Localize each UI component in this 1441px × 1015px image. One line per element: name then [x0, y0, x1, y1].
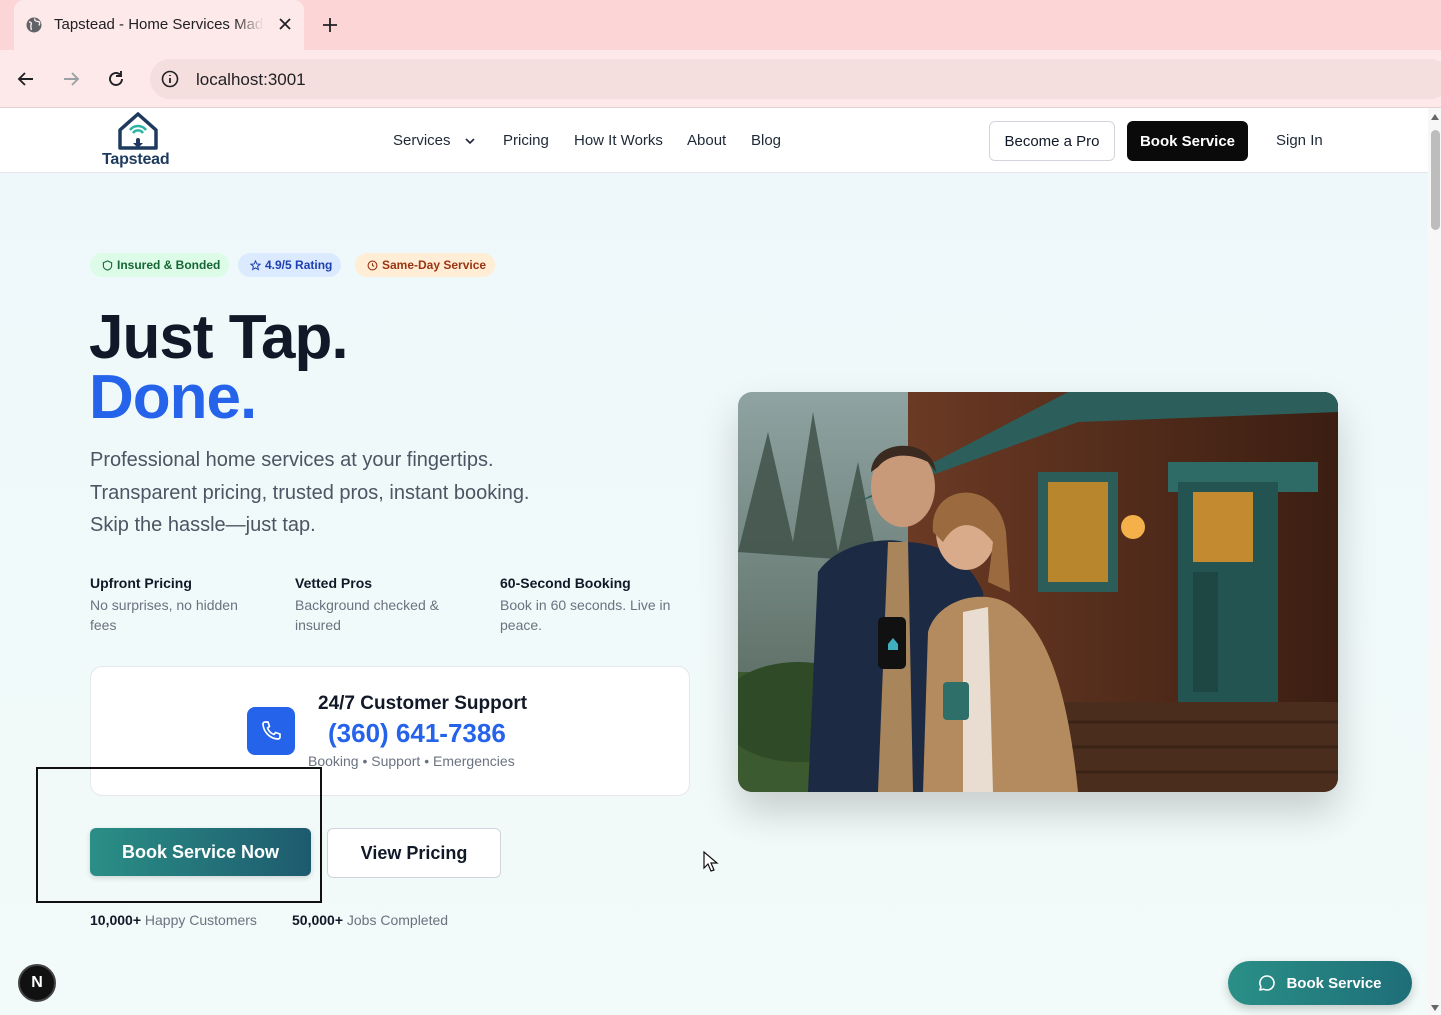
page-viewport: Tapstead Services Pricing How It Works A…: [0, 108, 1441, 1015]
hero-headline-line1: Just Tap.: [89, 303, 349, 372]
same-day-badge: Same-Day Service: [355, 253, 496, 277]
scroll-down-arrow-icon[interactable]: [1431, 1005, 1439, 1011]
forward-icon[interactable]: [60, 68, 82, 90]
rating-badge: 4.9/5 Rating: [238, 253, 342, 277]
feature-title: 60-Second Booking: [500, 575, 631, 591]
site-header: Tapstead Services Pricing How It Works A…: [0, 108, 1428, 173]
phone-icon: [262, 721, 281, 740]
nav-blog[interactable]: Blog: [751, 132, 781, 149]
become-pro-button[interactable]: Become a Pro: [989, 121, 1115, 161]
phone-icon-box: [247, 707, 295, 755]
stat-happy-customers: 10,000+ Happy Customers: [90, 912, 257, 928]
nav-how-it-works[interactable]: How It Works: [574, 132, 663, 149]
browser-tab[interactable]: Tapstead - Home Services Made Simple: [14, 0, 304, 50]
feature-desc: No surprises, no hidden fees: [90, 597, 238, 633]
back-icon[interactable]: [15, 68, 37, 90]
book-service-button[interactable]: Book Service: [1127, 121, 1248, 161]
hero-subtitle-line: Skip the hassle—just tap.: [90, 514, 316, 536]
star-icon: [250, 259, 261, 271]
site-info-icon[interactable]: [161, 70, 179, 88]
highlight-box: [36, 767, 322, 903]
sign-in-link[interactable]: Sign In: [1276, 132, 1323, 149]
page-scrollbar[interactable]: [1428, 108, 1441, 1015]
brand-name[interactable]: Tapstead: [102, 151, 170, 169]
close-tab-icon[interactable]: [276, 15, 294, 33]
rating-badge-label: 4.9/5 Rating: [265, 258, 333, 272]
tab-title: Tapstead - Home Services Made Simple: [54, 16, 264, 33]
shield-icon: [102, 259, 113, 271]
floating-book-service-label: Book Service: [1286, 974, 1382, 992]
insured-badge: Insured & Bonded: [90, 253, 230, 277]
stat-label: Jobs Completed: [346, 912, 449, 928]
nav-about[interactable]: About: [687, 132, 726, 149]
support-tags: Booking • Support • Emergencies: [308, 753, 515, 769]
url-text: localhost:3001: [196, 70, 306, 89]
dev-tools-badge[interactable]: N: [18, 964, 56, 1002]
support-title: 24/7 Customer Support: [318, 693, 528, 714]
couple-porch-photo: [738, 392, 1338, 792]
feature-title: Vetted Pros: [295, 575, 373, 591]
view-pricing-button[interactable]: View Pricing: [327, 828, 501, 878]
insured-badge-label: Insured & Bonded: [117, 258, 221, 272]
support-phone-link[interactable]: (360) 641-7386: [328, 718, 506, 749]
chevron-down-icon[interactable]: [464, 135, 476, 147]
nav-pricing[interactable]: Pricing: [503, 132, 549, 149]
feature-desc: Book in 60 seconds. Live in peace.: [500, 597, 671, 633]
chat-bubble-icon: [1259, 975, 1276, 991]
feature-desc: Background checked & insured: [295, 597, 439, 633]
globe-icon: [26, 17, 42, 33]
scrollbar-thumb[interactable]: [1431, 130, 1440, 230]
stat-value: 50,000+: [292, 912, 343, 928]
stat-jobs-completed: 50,000+ Jobs Completed: [292, 912, 448, 928]
nav-services[interactable]: Services: [393, 132, 451, 149]
clock-icon: [367, 260, 378, 270]
browser-toolbar: localhost:3001: [0, 50, 1441, 108]
feature-title: Upfront Pricing: [90, 575, 192, 591]
mouse-cursor-icon: [703, 851, 719, 872]
hero-subtitle-line: Professional home services at your finge…: [90, 449, 494, 471]
hero-subtitle-line: Transparent pricing, trusted pros, insta…: [90, 482, 530, 504]
stat-label: Happy Customers: [144, 912, 257, 928]
same-day-badge-label: Same-Day Service: [382, 258, 487, 272]
stat-value: 10,000+: [90, 912, 141, 928]
reload-icon[interactable]: [105, 68, 127, 90]
scroll-up-arrow-icon[interactable]: [1431, 114, 1439, 120]
new-tab-icon[interactable]: [320, 15, 340, 35]
hero-image: [738, 392, 1338, 792]
hero-headline-line2: Done.: [89, 363, 257, 432]
address-bar[interactable]: localhost:3001: [150, 59, 1441, 99]
floating-book-service-button[interactable]: Book Service: [1228, 961, 1412, 1005]
browser-tab-bar: Tapstead - Home Services Made Simple: [0, 0, 1441, 50]
